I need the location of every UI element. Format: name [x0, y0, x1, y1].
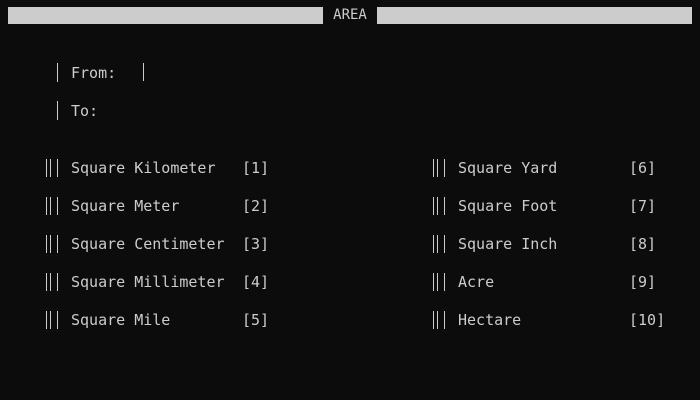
unit-option-key: [2] — [242, 197, 270, 215]
unit-option-label: Square Yard — [458, 159, 558, 177]
option-marker — [433, 311, 434, 329]
unit-option-key: [4] — [242, 273, 270, 291]
option-marker — [57, 235, 58, 253]
unit-option-label: Square Mile — [71, 311, 171, 329]
option-marker — [57, 311, 58, 329]
option-marker — [50, 235, 51, 253]
unit-option-key: [5] — [242, 311, 270, 329]
option-marker — [46, 273, 47, 291]
option-marker — [437, 235, 438, 253]
unit-option-label: Square Centimeter — [71, 235, 225, 253]
unit-option-label: Hectare — [458, 311, 522, 329]
unit-option-key: [9] — [629, 273, 657, 291]
option-marker — [46, 311, 47, 329]
option-marker — [46, 197, 47, 215]
unit-option-label: Square Meter — [71, 197, 180, 215]
option-marker — [50, 273, 51, 291]
text-cursor — [143, 63, 144, 81]
unit-option-key: [6] — [629, 159, 657, 177]
option-marker — [46, 235, 47, 253]
option-marker — [433, 273, 434, 291]
option-marker — [50, 159, 51, 177]
to-field-marker — [57, 101, 58, 120]
unit-option-key: [10] — [629, 311, 666, 329]
option-marker — [57, 197, 58, 215]
option-marker — [50, 197, 51, 215]
terminal-window: AREA From: To: Square Kilometer [1] Squa… — [0, 0, 700, 400]
option-marker — [50, 311, 51, 329]
unit-option-key: [8] — [629, 235, 657, 253]
from-label: From: — [71, 64, 117, 82]
screen-title: AREA — [333, 7, 367, 23]
option-marker — [444, 311, 445, 329]
option-marker — [433, 197, 434, 215]
option-marker — [444, 159, 445, 177]
option-marker — [437, 159, 438, 177]
option-marker — [444, 273, 445, 291]
unit-option-label: Square Inch — [458, 235, 558, 253]
option-marker — [46, 159, 47, 177]
option-marker — [437, 311, 438, 329]
unit-option-key: [3] — [242, 235, 270, 253]
unit-option-label: Square Foot — [458, 197, 558, 215]
from-field-marker — [57, 63, 58, 82]
title-bar-right — [377, 7, 692, 24]
option-marker — [433, 159, 434, 177]
option-marker — [437, 197, 438, 215]
title-bar-left — [8, 7, 323, 24]
option-marker — [437, 273, 438, 291]
option-marker — [444, 235, 445, 253]
to-label: To: — [71, 102, 99, 120]
unit-option-label: Acre — [458, 273, 495, 291]
option-marker — [444, 197, 445, 215]
option-marker — [57, 273, 58, 291]
option-marker — [433, 235, 434, 253]
unit-option-key: [7] — [629, 197, 657, 215]
unit-option-key: [1] — [242, 159, 270, 177]
unit-option-label: Square Millimeter — [71, 273, 225, 291]
option-marker — [57, 159, 58, 177]
unit-option-label: Square Kilometer — [71, 159, 216, 177]
